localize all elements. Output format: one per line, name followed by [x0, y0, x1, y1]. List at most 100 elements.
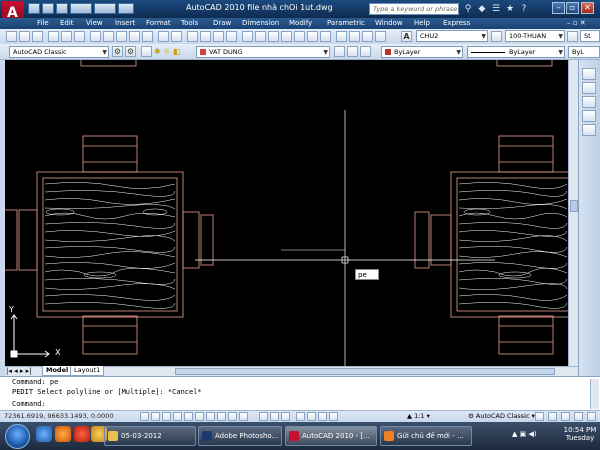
- redo-icon[interactable]: [94, 3, 116, 14]
- quick-view-layouts-icon[interactable]: [270, 412, 279, 421]
- taskbar-item-browser[interactable]: Gửi chủ đề mới - ...: [380, 426, 472, 446]
- search-input[interactable]: Type a keyword or phrase: [369, 3, 459, 15]
- plot-icon[interactable]: [118, 3, 134, 14]
- system-tray-icons[interactable]: ▲ ▣ ◀): [512, 430, 537, 438]
- firefox-icon[interactable]: [55, 426, 71, 442]
- layer-select[interactable]: VAT DUNG ▼: [196, 46, 330, 58]
- menu-express[interactable]: Express: [443, 19, 470, 27]
- command-scrollbar[interactable]: [590, 379, 599, 409]
- ribbon-btn-1-icon[interactable]: [582, 68, 596, 80]
- quick-view-drawings-icon[interactable]: [281, 412, 290, 421]
- vscroll-thumb[interactable]: [570, 200, 578, 212]
- workspace-gear-icon[interactable]: ⚙: [125, 46, 136, 57]
- dim-style-select[interactable]: 100-THUAN ▼: [505, 30, 565, 42]
- menu-help[interactable]: Help: [414, 19, 430, 27]
- otrack-icon[interactable]: [195, 412, 204, 421]
- menu-modify[interactable]: Modify: [289, 19, 312, 27]
- ribbon-btn-2-icon[interactable]: [582, 82, 596, 94]
- workspace-switching[interactable]: ⚙ AutoCAD Classic ▾: [468, 412, 535, 420]
- menu-window[interactable]: Window: [375, 19, 403, 27]
- copy-icon[interactable]: [103, 31, 114, 42]
- showmotion-icon[interactable]: [329, 412, 338, 421]
- dim-style-icon[interactable]: [491, 31, 502, 42]
- undo-icon[interactable]: [70, 3, 92, 14]
- layer-lock-icon[interactable]: [362, 31, 373, 42]
- ortho-mode-icon[interactable]: [162, 412, 171, 421]
- isolate-objects-icon[interactable]: [561, 412, 570, 421]
- favorites-star-icon[interactable]: ★: [505, 4, 515, 14]
- quick-properties-icon[interactable]: [239, 412, 248, 421]
- lineweight-icon[interactable]: [228, 412, 237, 421]
- plot-toolbar-icon[interactable]: [48, 31, 59, 42]
- layer-isolate-icon[interactable]: [349, 31, 360, 42]
- zoom-previous-icon[interactable]: [226, 31, 237, 42]
- model-space-icon[interactable]: [259, 412, 268, 421]
- communication-icon[interactable]: ☰: [491, 4, 501, 14]
- save-toolbar-icon[interactable]: [32, 31, 43, 42]
- ribbon-btn-3-icon[interactable]: [582, 96, 596, 108]
- zoom-window-icon[interactable]: [213, 31, 224, 42]
- media-player-icon[interactable]: [74, 426, 90, 442]
- layer-previous-icon[interactable]: [347, 46, 358, 57]
- menu-view[interactable]: View: [86, 19, 103, 27]
- help-icon[interactable]: ?: [519, 4, 529, 14]
- table-style-icon[interactable]: [567, 31, 578, 42]
- tool-palettes-icon[interactable]: [268, 31, 279, 42]
- menu-format[interactable]: Format: [146, 19, 171, 27]
- block-editor-icon[interactable]: [142, 31, 153, 42]
- table-style-select[interactable]: St: [580, 30, 600, 42]
- command-window[interactable]: Command: pe PEDIT Select polyline or [Mu…: [0, 376, 600, 411]
- maximize-button[interactable]: ▫: [566, 2, 579, 14]
- close-button[interactable]: ✕: [581, 2, 594, 14]
- taskbar-item-autocad[interactable]: AutoCAD 2010 - [...: [285, 426, 377, 446]
- clean-screen-icon[interactable]: [587, 412, 596, 421]
- markup-icon[interactable]: [294, 31, 305, 42]
- workspace-settings-icon[interactable]: ⚙: [112, 46, 123, 57]
- workspace-select[interactable]: AutoCAD Classic ▼: [9, 46, 109, 58]
- save-icon[interactable]: [56, 3, 68, 14]
- layer-freeze-icon[interactable]: [375, 31, 386, 42]
- layer-walk-icon[interactable]: [336, 31, 347, 42]
- sheet-set-icon[interactable]: [281, 31, 292, 42]
- redo-toolbar-icon[interactable]: [171, 31, 182, 42]
- properties-icon[interactable]: [242, 31, 253, 42]
- hardware-acceleration-icon[interactable]: [548, 412, 557, 421]
- qnew-icon[interactable]: [6, 31, 17, 42]
- paste-icon[interactable]: [116, 31, 127, 42]
- help-toolbar-icon[interactable]: [320, 31, 331, 42]
- status-tray-icon[interactable]: [574, 412, 583, 421]
- text-style-icon[interactable]: A: [401, 31, 412, 42]
- new-file-icon[interactable]: [28, 3, 40, 14]
- open-icon[interactable]: [19, 31, 30, 42]
- zoom-realtime-icon[interactable]: [200, 31, 211, 42]
- menu-dimension[interactable]: Dimension: [242, 19, 279, 27]
- preview-icon[interactable]: [61, 31, 72, 42]
- subscription-icon[interactable]: ◆: [477, 4, 487, 14]
- search-binoculars-icon[interactable]: ⚲: [463, 4, 473, 14]
- dynamic-input-tooltip[interactable]: pe: [355, 269, 379, 280]
- publish-icon[interactable]: [74, 31, 85, 42]
- menu-edit[interactable]: Edit: [60, 19, 74, 27]
- tab-layout1[interactable]: Layout1: [70, 366, 105, 376]
- make-object-layer-current-icon[interactable]: [334, 46, 345, 57]
- annotation-scale[interactable]: ▲ 1:1 ▾: [407, 412, 430, 420]
- lock-icon[interactable]: [535, 412, 544, 421]
- coordinate-display[interactable]: 72361.6919, 96633.1493, 0.0000: [4, 412, 114, 420]
- tab-model[interactable]: Model: [42, 366, 73, 376]
- design-center-icon[interactable]: [255, 31, 266, 42]
- zoom-status-icon[interactable]: [307, 412, 316, 421]
- pan-icon[interactable]: [187, 31, 198, 42]
- menu-draw[interactable]: Draw: [213, 19, 231, 27]
- object-snap-icon[interactable]: [184, 412, 193, 421]
- menu-tools[interactable]: Tools: [181, 19, 198, 27]
- text-style-select[interactable]: CHU2 ▼: [416, 30, 488, 42]
- minimize-button[interactable]: –: [552, 2, 565, 14]
- layer-states-icon[interactable]: [360, 46, 371, 57]
- menu-window-controls[interactable]: – ▫ ✕: [567, 19, 586, 27]
- layer-state-icons[interactable]: ✱ ☼ ◧: [154, 47, 196, 57]
- open-file-icon[interactable]: [42, 3, 54, 14]
- match-properties-icon[interactable]: [129, 31, 140, 42]
- start-button[interactable]: [5, 424, 30, 449]
- undo-toolbar-icon[interactable]: [158, 31, 169, 42]
- internet-explorer-icon[interactable]: [36, 426, 52, 442]
